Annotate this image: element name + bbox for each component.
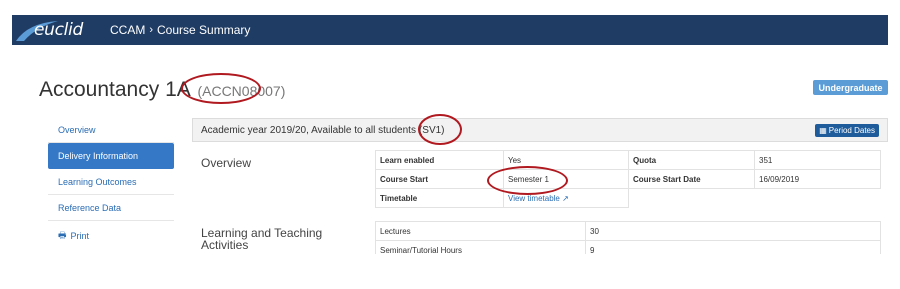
sidebar-item-label: Reference Data: [58, 202, 122, 213]
breadcrumb: CCAM › Course Summary: [110, 23, 250, 37]
breadcrumb-course-summary: Course Summary: [157, 23, 251, 37]
sidebar-item-learning-outcomes[interactable]: Learning Outcomes: [48, 169, 174, 195]
sidebar-item-reference-data[interactable]: Reference Data: [48, 195, 174, 221]
breadcrumb-separator: ›: [149, 24, 154, 36]
logo-text: euclid: [34, 20, 84, 40]
sidebar-item-label: Overview: [58, 124, 96, 135]
sidebar-item-overview[interactable]: Overview: [48, 117, 174, 143]
table-cell-label: Course Start Date: [628, 169, 755, 189]
sidebar-item-label: Learning Outcomes: [58, 176, 137, 187]
table-cell-value: 30: [585, 221, 881, 241]
table-cell-label: Course Start: [375, 169, 504, 189]
table-cell-value: 16/09/2019: [754, 169, 881, 189]
course-title: Accountancy 1A: [39, 78, 190, 101]
table-cell-label: Quota: [628, 150, 755, 170]
euclid-logo[interactable]: euclid: [14, 15, 94, 45]
table-cell-value: 351: [754, 150, 881, 170]
table-cell-label: Timetable: [375, 188, 504, 208]
table-row: Timetable View timetable ↗: [375, 188, 881, 208]
table-cell-label: Lectures: [375, 221, 586, 241]
table-cell-value: Yes: [503, 150, 629, 170]
print-label: Print: [70, 231, 90, 241]
calendar-icon: ▦: [819, 126, 827, 135]
table-row: Learn enabled Yes Quota 351: [375, 150, 881, 170]
period-dates-button[interactable]: ▦ Period Dates: [815, 124, 879, 137]
table-cell-label: Learn enabled: [375, 150, 504, 170]
panel-heading: Academic year 2019/20, Available to all …: [192, 118, 888, 142]
breadcrumb-ccam[interactable]: CCAM: [110, 23, 145, 37]
table-cell-value: Semester 1: [503, 169, 629, 189]
printer-icon: 🖶: [58, 230, 67, 240]
panel-heading-code: (SV1): [418, 124, 445, 136]
overview-table: Learn enabled Yes Quota 351 Course Start…: [375, 150, 881, 208]
table-row: Lectures 30: [375, 221, 881, 241]
sidebar: Overview Delivery Information Learning O…: [48, 117, 174, 249]
period-dates-label: Period Dates: [828, 126, 875, 135]
timetable-cell: View timetable ↗: [503, 188, 629, 208]
page-title: Accountancy 1A (ACCN08007): [39, 78, 285, 102]
top-navigation-bar: euclid CCAM › Course Summary: [12, 15, 888, 45]
sidebar-item-label: Delivery Information: [58, 151, 139, 161]
external-link-icon: ↗: [562, 193, 569, 203]
course-code: (ACCN08007): [197, 83, 286, 99]
empty-cell: [755, 189, 881, 208]
print-link[interactable]: 🖶 Print: [48, 223, 174, 249]
table-row: Course Start Semester 1 Course Start Dat…: [375, 169, 881, 189]
undergraduate-badge: Undergraduate: [813, 80, 888, 95]
empty-cell: [629, 189, 755, 208]
panel-heading-text: Academic year 2019/20, Available to all …: [201, 124, 416, 136]
overview-section-title: Overview: [201, 156, 252, 170]
activities-section-title: Learning and Teaching Activities: [201, 226, 323, 252]
crop-edge: [0, 254, 900, 289]
view-timetable-link[interactable]: View timetable: [508, 194, 560, 203]
sidebar-item-delivery-information[interactable]: Delivery Information: [48, 143, 174, 169]
